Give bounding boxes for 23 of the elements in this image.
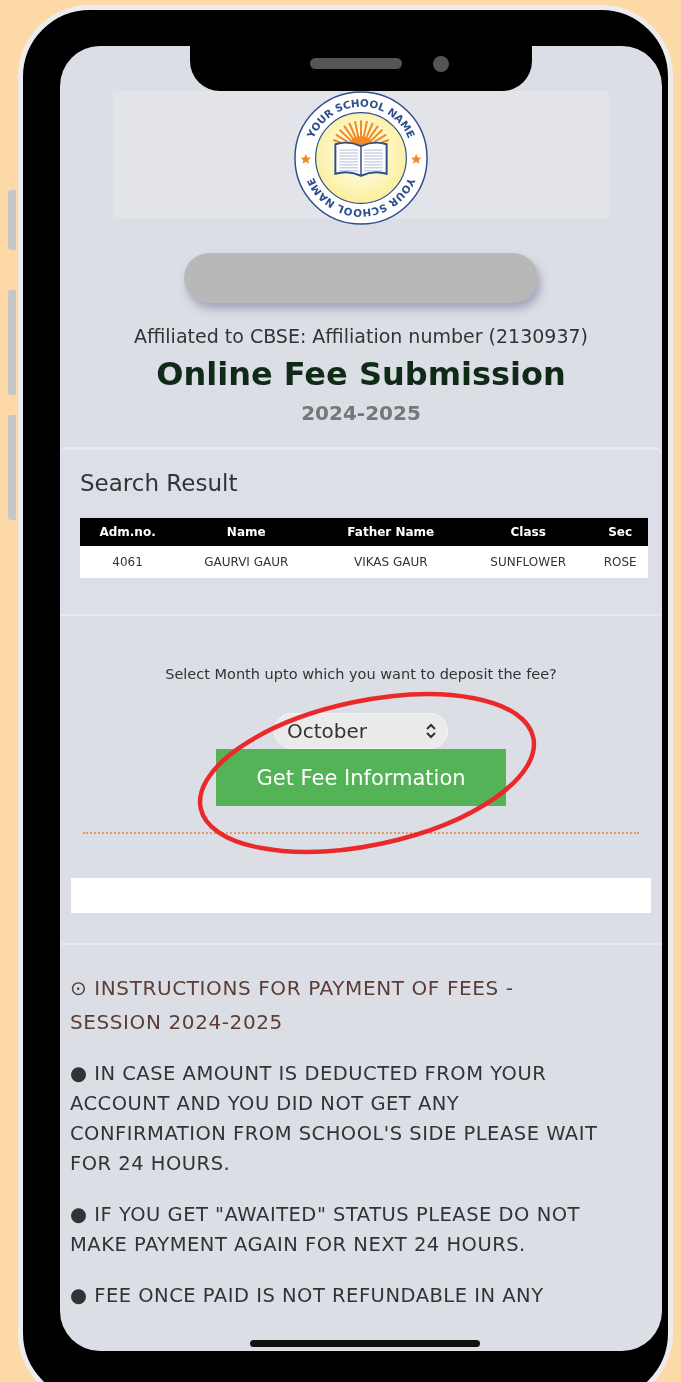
affiliation-text: Affiliated to CBSE: Affiliation number (2130937) (132, 325, 589, 347)
session-year: 2024-2025 (300, 401, 422, 425)
table-header-cell: Sec (592, 518, 648, 546)
table-cell: SUNFLOWER (464, 546, 593, 578)
instructions-heading: ⊙ INSTRUCTIONS FOR PAYMENT OF FEES - SESSION 2024-2025 (70, 975, 515, 1036)
table-cell: ROSE (592, 546, 648, 578)
camera-dot (433, 56, 449, 72)
table-header-cell: Father Name (317, 518, 465, 546)
month-prompt: Select Month upto which you want to deposit the fee? (165, 666, 557, 682)
instruction-text: ● IN CASE AMOUNT IS DEDUCTED FROM YOUR ACCOUNT AND YOU DID NOT GET ANY CONFIRMATION FROM SCHOOL'S SIDE PLEASE WAIT FOR 24 HOURS. (70, 1061, 599, 1177)
instruction-text: ● FEE ONCE PAID IS NOT REFUNDABLE IN ANY (70, 1283, 545, 1309)
page-title: Online Fee Submission (155, 355, 567, 393)
table-header-cell: Adm.no. (80, 518, 176, 546)
table-header-cell: Class (464, 518, 593, 546)
table-cell: 4061 (80, 546, 176, 578)
month-select[interactable]: October (274, 713, 448, 749)
table-cell: GAURVI GAUR (175, 546, 318, 578)
table-header-cell: Name (175, 518, 318, 546)
table-cell: VIKAS GAUR (317, 546, 465, 578)
open-book-icon (334, 141, 388, 177)
chevron-up-down-icon (425, 723, 437, 739)
section-title: Search Result (80, 470, 239, 496)
instruction-text: ● IF YOU GET "AWAITED" STATUS PLEASE DO NOT MAKE PAYMENT AGAIN FOR NEXT 24 HOURS. (70, 1202, 581, 1258)
